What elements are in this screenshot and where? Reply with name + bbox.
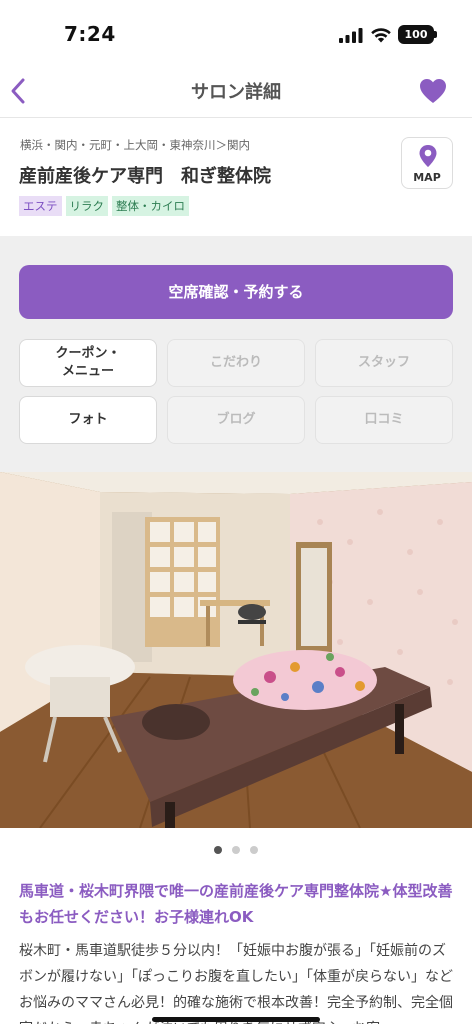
map-pin-icon — [419, 145, 437, 167]
catch-copy: 馬車道・桜木町界隈で唯一の産前産後ケア専門整体院★体型改善もお任せください！お子… — [19, 882, 453, 926]
wifi-icon — [371, 28, 391, 43]
tab-reviews[interactable]: 口コミ — [315, 396, 453, 444]
tab-photo[interactable]: フォト — [19, 396, 157, 444]
carousel-indicator — [0, 846, 472, 858]
nav-bar: サロン詳細 — [0, 66, 472, 118]
tab-label: クーポン・ メニュー — [55, 345, 121, 379]
carousel-dot[interactable] — [214, 846, 222, 854]
carousel-dot[interactable] — [232, 846, 240, 854]
tab-label: こだわり — [209, 354, 262, 370]
home-indicator — [152, 1017, 320, 1022]
signal-icon — [339, 28, 363, 43]
heart-icon[interactable] — [419, 78, 447, 104]
reserve-button[interactable]: 空席確認・予約する — [19, 265, 453, 319]
battery-tip — [434, 31, 437, 38]
tab-label: スタッフ — [357, 354, 410, 370]
salon-description: 桜木町・馬車道駅徒歩５分以内！「妊娠中お腹が張る」「妊娠前のズボンが履けない」「… — [19, 943, 453, 1024]
tab-kodawari[interactable]: こだわり — [167, 339, 305, 387]
tab-label: フォト — [68, 411, 108, 427]
menu-section: 空席確認・予約する クーポン・ メニュー こだわり スタッフ フォト ブログ 口… — [0, 236, 472, 472]
status-bar: 7:24 100 — [0, 0, 472, 66]
page-title: サロン詳細 — [191, 82, 281, 103]
map-button[interactable]: MAP — [401, 137, 453, 189]
status-time: 7:24 — [64, 22, 116, 46]
tab-label: ブログ — [216, 411, 256, 427]
carousel-dot[interactable] — [250, 846, 258, 854]
salon-name: 産前産後ケア専門 和ぎ整体院 — [19, 166, 271, 187]
tab-staff[interactable]: スタッフ — [315, 339, 453, 387]
tag-chiropractic: 整体・カイロ — [112, 196, 189, 216]
tag-relax: リラク — [65, 196, 108, 216]
genre-tags: エステ リラク 整体・カイロ — [19, 196, 189, 216]
tag-esthe: エステ — [19, 196, 62, 216]
salon-photo[interactable] — [0, 472, 472, 828]
salon-interior-image — [0, 472, 472, 828]
tab-coupon-menu[interactable]: クーポン・ メニュー — [19, 339, 157, 387]
map-label: MAP — [413, 171, 441, 184]
tab-blog[interactable]: ブログ — [167, 396, 305, 444]
battery-indicator: 100 — [398, 25, 434, 44]
breadcrumb[interactable]: 横浜・関内・元町・上大岡・東神奈川＞関内 — [20, 137, 250, 153]
salon-header: 横浜・関内・元町・上大岡・東神奈川＞関内 産前産後ケア専門 和ぎ整体院 エステ … — [0, 118, 472, 236]
tab-label: 口コミ — [364, 411, 404, 427]
